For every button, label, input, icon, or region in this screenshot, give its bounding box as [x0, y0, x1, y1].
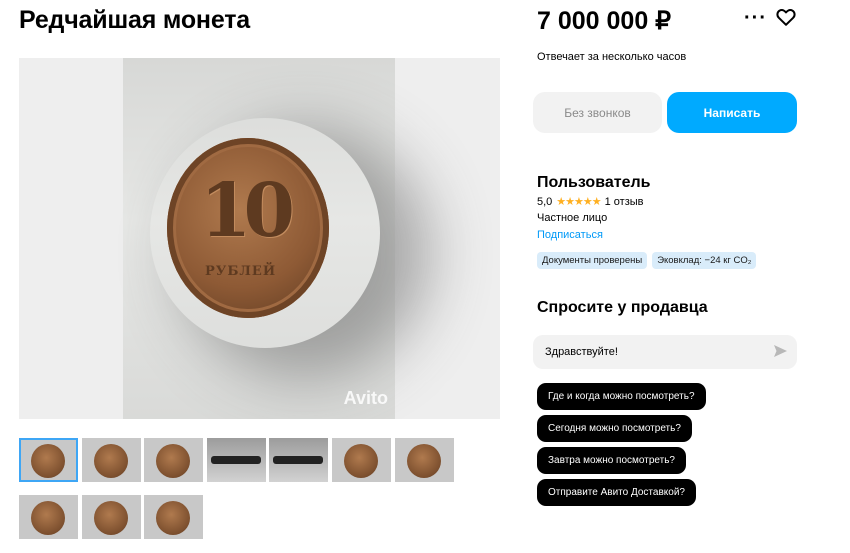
price: 7 000 000 ₽	[537, 7, 672, 35]
thumbnail[interactable]	[144, 495, 203, 539]
eco-contribution-badge: Эковклад: −24 кг CO₂	[652, 252, 757, 269]
coin-denomination: 10	[200, 168, 295, 254]
thumbnail[interactable]	[82, 438, 141, 482]
rating-value: 5,0	[537, 195, 553, 208]
main-photo[interactable]: 10 РУБЛЕЙ Avito	[19, 58, 500, 419]
no-calls-button[interactable]: Без звонков	[533, 92, 662, 133]
message-input[interactable]	[533, 335, 797, 369]
documents-verified-badge: Документы проверены	[537, 252, 648, 269]
quick-question-button[interactable]: Где и когда можно посмотреть?	[537, 383, 706, 410]
heart-icon[interactable]	[775, 6, 797, 28]
send-icon[interactable]	[772, 343, 788, 359]
thumbnail[interactable]	[395, 438, 454, 482]
seller-type: Частное лицо	[537, 212, 608, 224]
rating-stars: ★★★★★	[556, 196, 601, 208]
thumbnail[interactable]	[269, 438, 328, 482]
reviews-link[interactable]: 1 отзыв	[605, 196, 644, 208]
thumbnail[interactable]	[19, 438, 78, 482]
seller-name[interactable]: Пользователь	[537, 174, 650, 192]
thumbnail[interactable]	[207, 438, 266, 482]
quick-question-button[interactable]: Отправите Авито Доставкой?	[537, 479, 696, 506]
avito-watermark: Avito	[343, 388, 388, 408]
thumbnail[interactable]	[332, 438, 391, 482]
thumbnail[interactable]	[144, 438, 203, 482]
listing-title: Редчайшая монета	[19, 6, 250, 34]
response-time: Отвечает за несколько часов	[537, 51, 687, 63]
seller-rating: 5,0 ★★★★★ 1 отзыв	[537, 195, 644, 209]
thumbnail[interactable]	[82, 495, 141, 539]
more-options-icon[interactable]: ···	[744, 7, 767, 30]
ask-seller-title: Спросите у продавца	[537, 299, 708, 316]
seller-badges: Документы проверены Эковклад: −24 кг CO₂	[537, 252, 757, 269]
write-message-button[interactable]: Написать	[667, 92, 797, 133]
subscribe-link[interactable]: Подписаться	[537, 229, 603, 241]
thumbnail[interactable]	[19, 495, 78, 539]
coin-legend: РУБЛЕЙ	[205, 264, 277, 279]
coin-image: 10 РУБЛЕЙ	[167, 138, 329, 318]
quick-question-button[interactable]: Завтра можно посмотреть?	[537, 447, 686, 474]
quick-question-button[interactable]: Сегодня можно посмотреть?	[537, 415, 692, 442]
